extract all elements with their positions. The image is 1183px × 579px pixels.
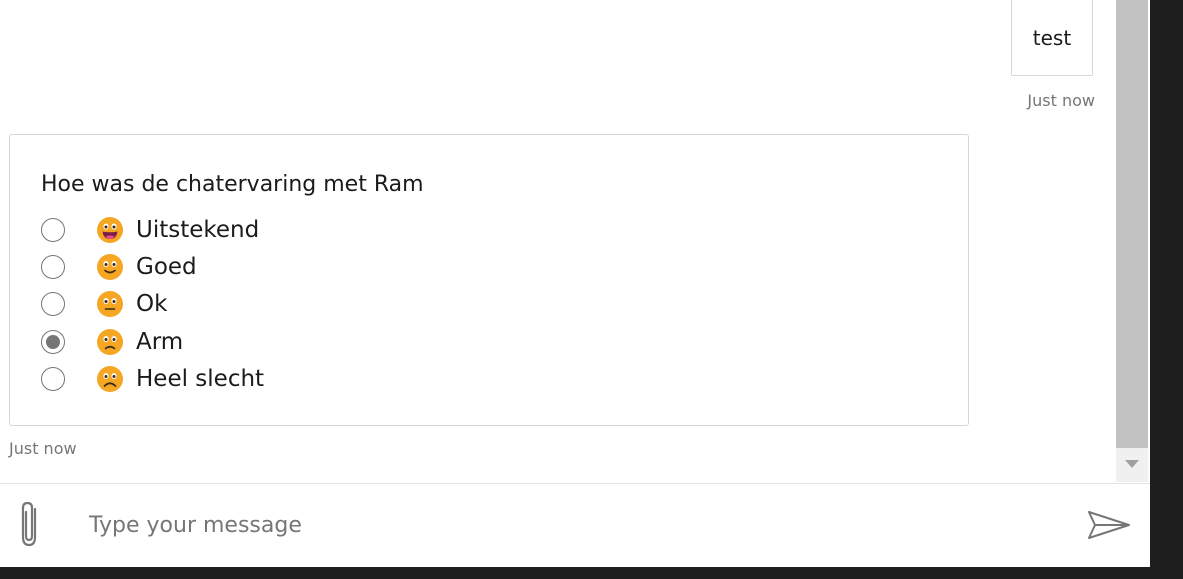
choice-ok[interactable]: Ok: [41, 286, 264, 323]
chat-transcript: test Just now Hoe was de chatervaring me…: [0, 0, 1116, 482]
choice-label: Goed: [136, 253, 197, 280]
radio-button[interactable]: [41, 217, 65, 242]
radio-button[interactable]: [41, 292, 65, 317]
slightly-frowning-face-icon: [97, 328, 123, 355]
survey-card: Hoe was de chatervaring met Ram Uitsteke…: [9, 134, 969, 426]
choice-label: Arm: [136, 328, 184, 355]
user-message-text: test: [1032, 26, 1072, 50]
survey-question: Hoe was de chatervaring met Ram: [41, 172, 424, 197]
message-composer: [0, 483, 1150, 567]
message-input[interactable]: [89, 508, 989, 542]
choice-uitstekend[interactable]: Uitstekend: [41, 211, 264, 248]
choice-heel-slecht[interactable]: Heel slecht: [41, 360, 264, 397]
radio-button[interactable]: [41, 366, 65, 391]
neutral-face-icon: [97, 291, 123, 318]
transcript-scrollbar[interactable]: [1116, 0, 1148, 482]
scroll-down-arrow-icon[interactable]: [1124, 458, 1140, 470]
choice-arm[interactable]: Arm: [41, 323, 264, 360]
choice-goed[interactable]: Goed: [41, 248, 264, 285]
radio-button[interactable]: [41, 329, 65, 354]
user-message-bubble: test: [1011, 0, 1093, 76]
slightly-smiling-face-icon: [97, 253, 123, 280]
choice-label: Ok: [136, 291, 168, 318]
choice-label: Uitstekend: [136, 216, 260, 243]
user-message-timestamp: Just now: [1027, 91, 1095, 110]
bot-message-timestamp: Just now: [9, 439, 77, 458]
scrollbar-thumb[interactable]: [1116, 0, 1148, 448]
grinning-face-icon: [97, 216, 123, 243]
choice-label: Heel slecht: [136, 365, 265, 392]
paperclip-icon[interactable]: [16, 500, 42, 548]
survey-choice-list: Uitstekend Goed Ok Arm Heel slecht: [41, 211, 264, 397]
chat-window: test Just now Hoe was de chatervaring me…: [0, 0, 1150, 567]
radio-button[interactable]: [41, 254, 65, 279]
frowning-face-icon: [97, 365, 123, 392]
send-icon[interactable]: [1085, 508, 1133, 542]
